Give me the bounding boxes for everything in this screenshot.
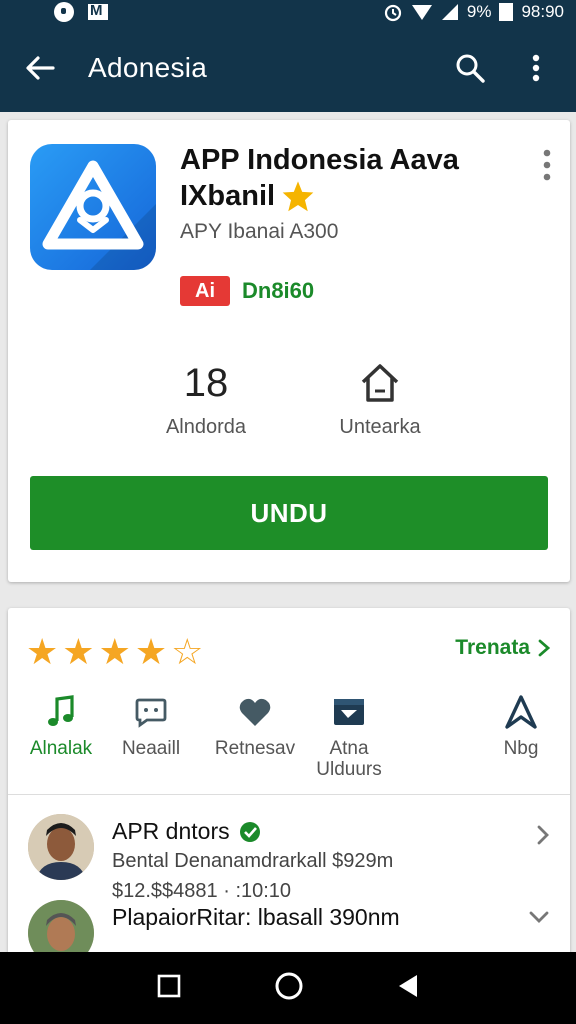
stat-category[interactable]: Untearka <box>300 356 460 439</box>
stat-label: Untearka <box>339 416 421 438</box>
category-label: Nbg <box>503 738 539 759</box>
category-item[interactable]: Nbg <box>466 692 576 759</box>
back-button[interactable] <box>22 50 58 86</box>
category-label: Neaaill <box>121 738 181 759</box>
review-expand-button[interactable] <box>528 910 550 929</box>
install-button[interactable]: UNDU <box>30 476 548 550</box>
clock: 98:90 <box>521 2 564 21</box>
chat-icon <box>135 698 167 728</box>
review-author: PlapaiorRitar: lbasall 390nm <box>112 904 400 930</box>
chevron-right-icon <box>538 639 550 657</box>
stat-label: Alndorda <box>165 416 247 438</box>
chevron-right-icon <box>537 825 549 845</box>
category-item[interactable]: Neaaill <box>96 692 206 759</box>
wifi-icon <box>411 5 432 20</box>
battery-icon <box>499 3 514 21</box>
signal-icon <box>441 4 458 20</box>
stat-value: 18 <box>183 361 229 405</box>
alarm-icon <box>384 4 401 22</box>
ratings-more-label: Trenata <box>455 636 530 659</box>
page-title: Adonesia <box>88 52 208 83</box>
music-note-icon <box>48 695 74 726</box>
search-icon <box>456 54 485 83</box>
send-box-icon <box>334 699 364 725</box>
more-vert-icon <box>532 54 540 82</box>
verified-icon <box>239 821 260 842</box>
ratings-card: ★ ★ ★ ★ ☆ Trenata Alnalak Neaaill Retnes… <box>8 608 570 966</box>
mail-icon <box>88 2 108 20</box>
review-author: APR dntors <box>112 818 230 844</box>
review-expand-button[interactable] <box>536 824 550 851</box>
category-item[interactable]: Atna Ulduurs <box>294 692 404 780</box>
app-name: APP Indonesia Aava IXbanil <box>180 142 520 214</box>
app-developer[interactable]: APY Ibanai A300 <box>180 220 338 244</box>
star-full-icon: ★ <box>98 631 131 672</box>
app-name-line2: IXbanil <box>180 180 276 212</box>
divider <box>8 794 570 795</box>
content-rating-badge: Ai <box>180 276 230 306</box>
ratings-more-link[interactable]: Trenata <box>455 636 550 660</box>
review-item[interactable]: APR dntors Bental Denanamdrarkall $929m … <box>8 814 570 904</box>
arrow-back-icon <box>26 56 55 80</box>
home-circle-icon <box>275 972 303 999</box>
status-bar: 9% 98:90 <box>0 0 576 24</box>
back-triangle-icon <box>399 974 418 997</box>
back-nav-button[interactable] <box>397 973 419 1004</box>
star-full-icon: ★ <box>26 631 59 672</box>
app-icon[interactable] <box>30 144 156 270</box>
chevron-down-icon <box>529 911 549 923</box>
heart-icon <box>239 698 271 726</box>
star-full-icon: ★ <box>134 631 168 672</box>
recents-button[interactable] <box>157 974 181 1003</box>
overflow-menu-button[interactable] <box>518 50 554 86</box>
app-name-line1: APP Indonesia Aava <box>180 144 459 176</box>
category-label: Atna Ulduurs <box>316 738 382 780</box>
stat-downloads: 18 Alndorda <box>126 356 286 439</box>
star-full-icon: ★ <box>62 631 95 672</box>
app-bar: Adonesia <box>0 24 576 112</box>
app-overflow-button[interactable] <box>542 148 552 187</box>
star-rating: ★ ★ ★ ★ ☆ <box>26 634 203 670</box>
star-empty-icon: ☆ <box>171 631 204 672</box>
home-icon <box>361 364 399 402</box>
app-header-card: APP Indonesia Aava IXbanil APY Ibanai A3… <box>8 120 570 582</box>
recents-icon <box>157 974 180 997</box>
navigation-icon <box>505 695 537 729</box>
battery-percent: 9% <box>466 2 492 21</box>
more-vert-icon <box>543 149 551 181</box>
app-logo-icon <box>42 160 156 270</box>
home-button[interactable] <box>274 971 304 1006</box>
search-button[interactable] <box>452 50 488 86</box>
notification-icon <box>54 2 74 22</box>
content-rating-text: Dn8i60 <box>242 278 315 303</box>
review-text: Bental Denanamdrarkall $929m <box>112 850 394 872</box>
category-row: Alnalak Neaaill Retnesav Atna Ulduurs Nb… <box>8 692 570 782</box>
star-badge-icon <box>282 181 314 212</box>
system-nav-bar <box>0 952 576 1024</box>
avatar <box>28 814 94 880</box>
